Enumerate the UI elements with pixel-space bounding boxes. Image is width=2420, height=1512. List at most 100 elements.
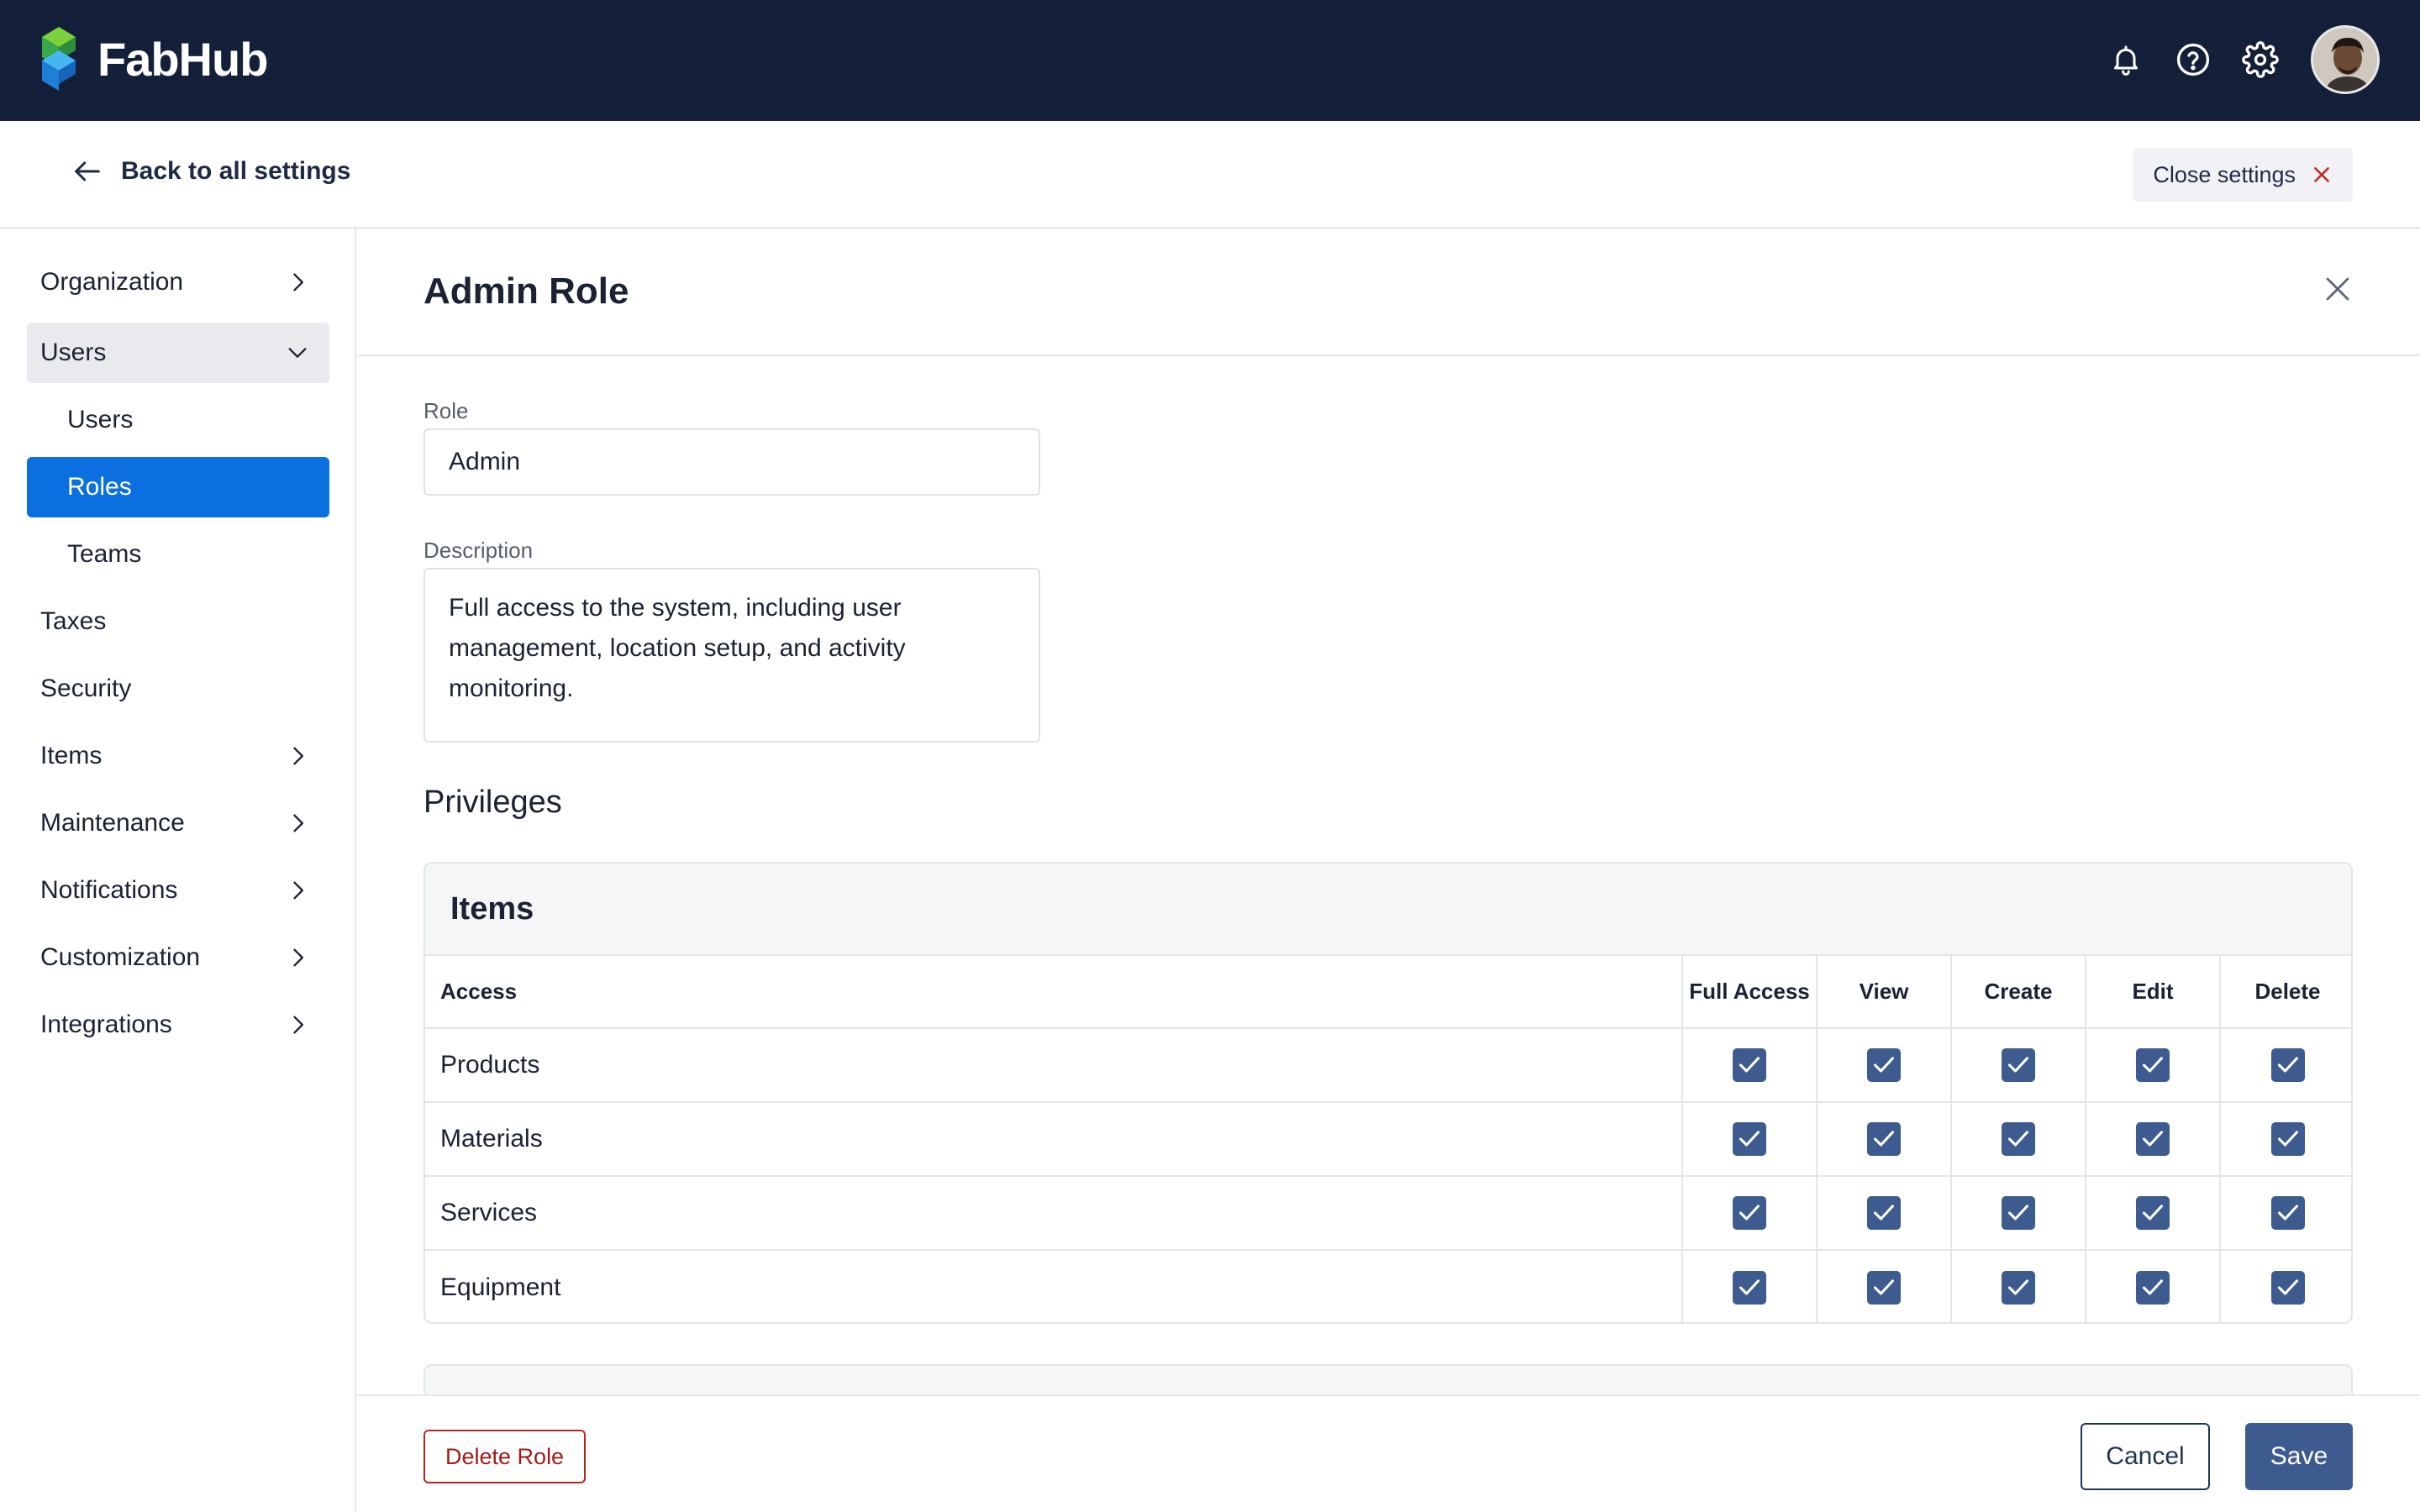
table-row: Services — [425, 1176, 2351, 1251]
privilege-cell — [1682, 1176, 1818, 1251]
column-header-access: Access — [425, 956, 1683, 1029]
checkbox-create[interactable] — [2002, 1048, 2035, 1082]
checkmark-icon — [2142, 1278, 2164, 1295]
chevron-down-icon — [288, 348, 307, 358]
checkbox-full-access[interactable] — [1733, 1048, 1766, 1082]
close-icon[interactable] — [2323, 274, 2353, 304]
table-row: Products — [425, 1028, 2351, 1103]
checkbox-create[interactable] — [2002, 1122, 2035, 1156]
privilege-row-label: Materials — [425, 1102, 1683, 1177]
privileges-card-items: Items Access Full Access View Create Edi… — [424, 862, 2353, 1324]
privilege-cell — [1682, 1102, 1818, 1177]
checkmark-icon — [2007, 1205, 2029, 1221]
help-icon[interactable] — [2160, 26, 2227, 93]
chevron-right-icon — [293, 747, 303, 765]
sidebar-item-label: Organization — [40, 268, 184, 296]
privilege-cell — [1951, 1250, 2086, 1322]
checkbox-create[interactable] — [2002, 1196, 2035, 1230]
app-logo[interactable]: FabHub — [39, 25, 268, 92]
privilege-cell — [2220, 1250, 2351, 1322]
privilege-cell — [2086, 1102, 2221, 1177]
checkmark-icon — [1873, 1205, 1895, 1221]
checkmark-icon — [1739, 1057, 1760, 1073]
sidebar-item-organization[interactable]: Organization — [27, 252, 329, 312]
sidebar-subitem-roles[interactable]: Roles — [27, 457, 329, 517]
checkmark-icon — [2142, 1205, 2164, 1221]
topbar-actions — [2092, 25, 2380, 94]
user-avatar[interactable] — [2311, 25, 2380, 94]
sidebar-item-label: Users — [40, 339, 107, 366]
sidebar-item-label: Integrations — [40, 1011, 172, 1038]
delete-role-button[interactable]: Delete Role — [424, 1430, 587, 1483]
column-header-edit: Edit — [2086, 956, 2221, 1029]
privileges-heading: Privileges — [424, 785, 562, 820]
sidebar-item-taxes[interactable]: Taxes — [27, 591, 329, 652]
sidebar-subitem-users[interactable]: Users — [27, 390, 329, 450]
back-to-settings-link[interactable]: Back to all settings — [71, 155, 350, 188]
privilege-cell — [2220, 1028, 2351, 1103]
sidebar-item-label: Taxes — [40, 607, 107, 635]
privilege-cell — [2220, 1102, 2351, 1177]
privilege-cell — [1817, 1250, 1952, 1322]
table-header-row: Access Full Access View Create Edit Dele… — [425, 956, 2351, 1029]
settings-sidebar: Organization Users Users Roles Teams Tax… — [0, 228, 356, 1512]
privilege-cell — [1682, 1250, 1818, 1322]
checkbox-view[interactable] — [1867, 1122, 1901, 1156]
checkbox-full-access[interactable] — [1733, 1122, 1766, 1156]
checkmark-icon — [2277, 1278, 2298, 1295]
fabhub-logo-icon — [42, 27, 76, 91]
chevron-right-icon — [293, 814, 303, 832]
page-title: Admin Role — [424, 270, 629, 312]
role-name-input[interactable]: Admin — [424, 428, 1040, 496]
checkbox-edit[interactable] — [2136, 1270, 2170, 1305]
sidebar-item-label: Teams — [67, 540, 142, 568]
sidebar-subitem-teams[interactable]: Teams — [27, 524, 329, 585]
checkbox-edit[interactable] — [2136, 1196, 2170, 1230]
sidebar-item-notifications[interactable]: Notifications — [27, 860, 329, 921]
sidebar-item-security[interactable]: Security — [27, 659, 329, 719]
checkmark-icon — [2277, 1131, 2298, 1147]
table-row: Equipment — [425, 1250, 2351, 1322]
checkbox-view[interactable] — [1867, 1196, 1901, 1230]
close-settings-button[interactable]: Close settings — [2133, 148, 2353, 202]
save-button[interactable]: Save — [2245, 1423, 2353, 1490]
sidebar-item-label: Notifications — [40, 876, 178, 904]
description-textarea[interactable]: Full access to the system, including use… — [424, 568, 1040, 743]
privilege-cell — [1817, 1102, 1952, 1177]
sidebar-item-items[interactable]: Items — [27, 726, 329, 786]
checkbox-view[interactable] — [1867, 1048, 1901, 1082]
checkbox-delete[interactable] — [2270, 1122, 2305, 1156]
sidebar-item-users[interactable]: Users — [27, 323, 329, 383]
checkbox-edit[interactable] — [2136, 1048, 2170, 1082]
privilege-row-label: Products — [425, 1028, 1683, 1103]
checkbox-view[interactable] — [1867, 1270, 1901, 1305]
sidebar-item-integrations[interactable]: Integrations — [27, 995, 329, 1055]
checkmark-icon — [1873, 1278, 1895, 1295]
description-field-label: Description — [424, 538, 534, 563]
column-header-view: View — [1817, 956, 1952, 1029]
checkbox-delete[interactable] — [2270, 1048, 2305, 1082]
privilege-cell — [1951, 1028, 2086, 1103]
sidebar-item-label: Maintenance — [40, 809, 185, 837]
checkmark-icon — [1739, 1131, 1760, 1147]
cancel-button[interactable]: Cancel — [2081, 1423, 2210, 1490]
sidebar-item-maintenance[interactable]: Maintenance — [27, 793, 329, 853]
form-footer: Delete Role Cancel Save — [358, 1394, 2420, 1512]
checkbox-full-access[interactable] — [1733, 1270, 1766, 1305]
checkbox-edit[interactable] — [2136, 1122, 2170, 1156]
column-header-create: Create — [1951, 956, 2086, 1029]
column-header-delete: Delete — [2220, 956, 2351, 1029]
chevron-right-icon — [293, 948, 303, 967]
gear-icon[interactable] — [2227, 26, 2294, 93]
privilege-cell — [2086, 1028, 2221, 1103]
checkbox-full-access[interactable] — [1733, 1196, 1766, 1230]
sidebar-item-label: Roles — [67, 473, 132, 501]
checkmark-icon — [2007, 1278, 2029, 1295]
checkbox-delete[interactable] — [2270, 1196, 2305, 1230]
checkbox-create[interactable] — [2002, 1270, 2035, 1305]
sidebar-item-customization[interactable]: Customization — [27, 927, 329, 988]
privilege-cell — [1817, 1176, 1952, 1251]
bell-icon[interactable] — [2092, 26, 2160, 93]
privilege-cell — [1951, 1176, 2086, 1251]
checkbox-delete[interactable] — [2270, 1270, 2305, 1305]
